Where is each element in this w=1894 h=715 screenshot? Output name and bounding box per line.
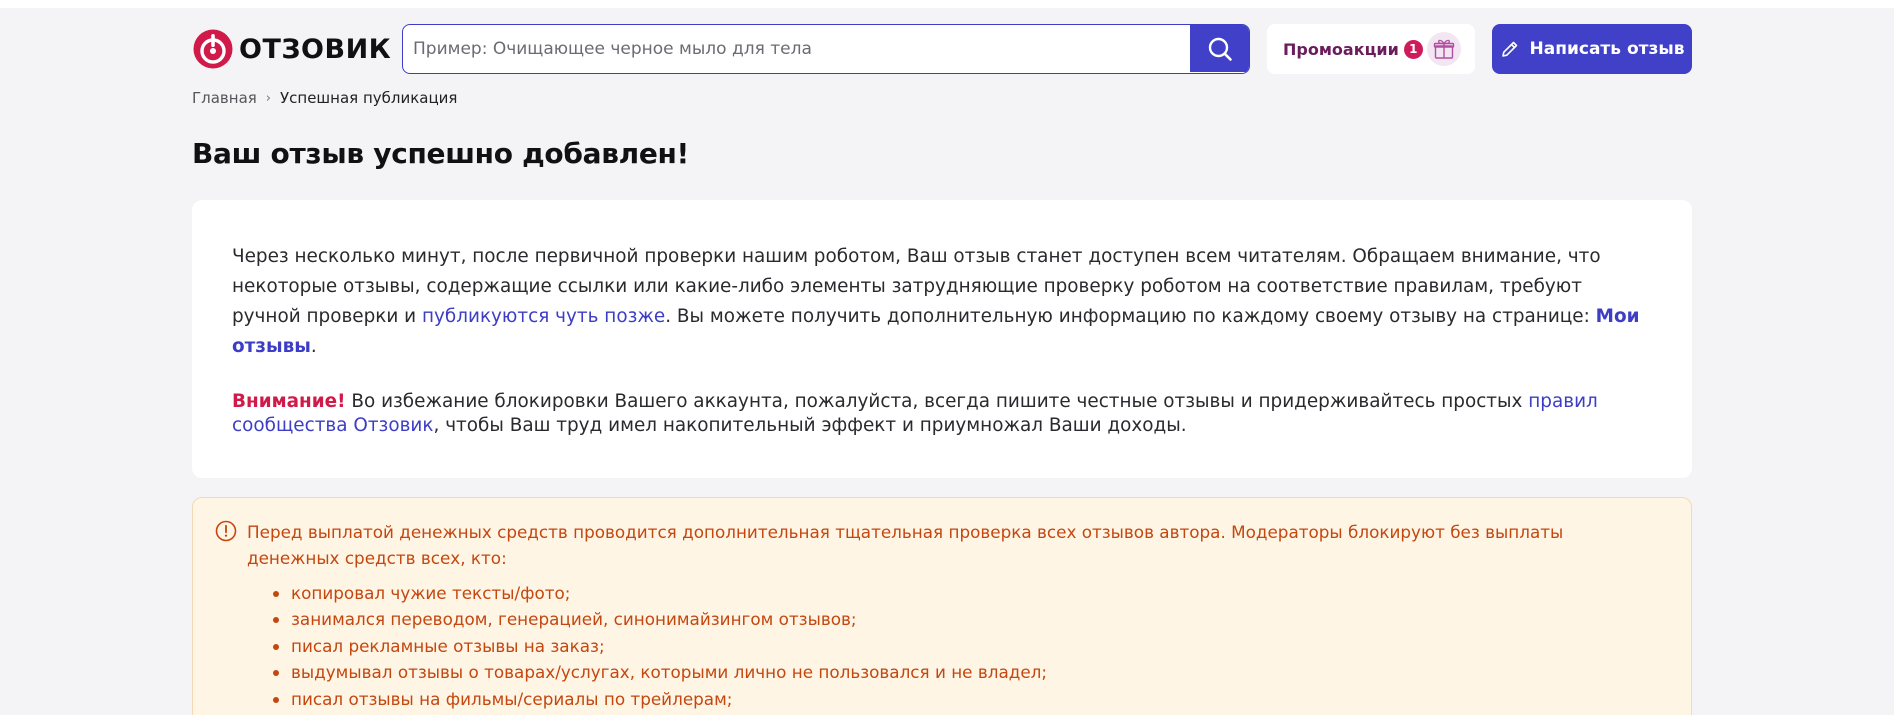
- logo-text: ОТЗОВИК: [239, 33, 392, 65]
- success-message: Через несколько минут, после первичной п…: [232, 242, 1652, 362]
- promo-button[interactable]: Промоакции 1: [1267, 24, 1475, 74]
- period-text: .: [310, 336, 317, 357]
- list-item: копировал чужие тексты/фото;: [269, 580, 1649, 606]
- site-logo[interactable]: ОТЗОВИК: [192, 28, 391, 70]
- published-later-link[interactable]: публикуются чуть позже: [422, 306, 665, 327]
- search-button[interactable]: [1190, 25, 1249, 72]
- success-card: Через несколько минут, после первичной п…: [192, 200, 1692, 478]
- site-header: ОТЗОВИК Промоакции 1: [192, 24, 1692, 74]
- list-item: выдумывал отзывы о товарах/услугах, кото…: [269, 659, 1649, 685]
- notice-text: Перед выплатой денежных средств проводит…: [247, 522, 1564, 568]
- promo-count-badge: 1: [1403, 39, 1423, 59]
- page-title: Ваш отзыв успешно добавлен!: [192, 137, 690, 170]
- search-icon: [1208, 37, 1232, 61]
- page-container: ОТЗОВИК Промоакции 1: [192, 0, 1692, 715]
- write-review-button[interactable]: Написать отзыв: [1492, 24, 1692, 74]
- attention-label: Внимание!: [232, 391, 346, 412]
- attention-message: Внимание! Во избежание блокировки Вашего…: [232, 390, 1652, 438]
- breadcrumb-separator: ›: [265, 90, 271, 106]
- search-input[interactable]: [403, 25, 1193, 72]
- search-box: [402, 24, 1250, 74]
- list-item: занимался переводом, генерацией, синоним…: [269, 606, 1649, 632]
- attention-tail-text: , чтобы Ваш труд имел накопительный эффе…: [433, 415, 1187, 436]
- promo-label: Промоакции: [1283, 39, 1399, 59]
- attention-text: Во избежание блокировки Вашего аккаунта,…: [345, 391, 1529, 412]
- list-item: писал рекламные отзывы на заказ;: [269, 633, 1649, 659]
- write-review-label: Написать отзыв: [1529, 39, 1685, 59]
- list-item: писал отзывы на фильмы/сериалы по трейле…: [269, 686, 1649, 712]
- more-info-text: . Вы можете получить дополнительную инфо…: [665, 306, 1596, 327]
- notice-list: копировал чужие тексты/фото; занимался п…: [269, 580, 1649, 712]
- exclamation-circle-icon: [215, 520, 237, 542]
- logo-icon: [193, 29, 233, 69]
- payout-notice: Перед выплатой денежных средств проводит…: [192, 497, 1692, 715]
- breadcrumb-home[interactable]: Главная: [192, 89, 257, 107]
- breadcrumb-current: Успешная публикация: [280, 89, 458, 107]
- breadcrumb: Главная › Успешная публикация: [192, 89, 457, 107]
- gift-icon: [1427, 32, 1461, 66]
- pencil-icon: [1501, 41, 1517, 57]
